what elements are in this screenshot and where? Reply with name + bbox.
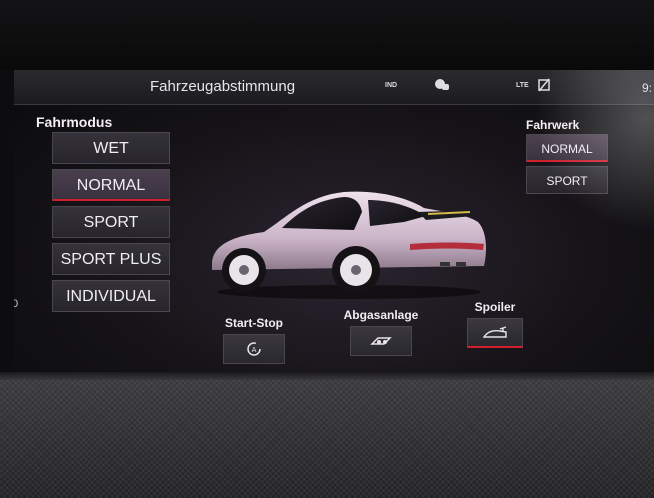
svg-text:A: A (252, 346, 257, 354)
drive-mode-individual-button[interactable]: INDIVIDUAL (52, 280, 170, 312)
dashboard-bezel (0, 0, 654, 70)
abgasanlage-button[interactable] (350, 326, 412, 356)
clock: 9: (641, 81, 652, 95)
suspension-normal-button[interactable]: NORMAL (526, 134, 608, 162)
suspension-sport-button[interactable]: SPORT (526, 166, 608, 194)
start-stop-button[interactable]: A (223, 334, 285, 364)
edge-text: 0 (14, 298, 19, 310)
status-bar: Fahrzeugabstimmung IND LTE 9: (14, 70, 654, 105)
page-title: Fahrzeugabstimmung (150, 78, 296, 95)
chat-icon[interactable] (434, 78, 450, 95)
lte-icon-label: LTE (516, 82, 529, 89)
drive-mode-list: WET NORMAL SPORT SPORT PLUS INDIVIDUAL (52, 132, 170, 317)
ind-icon-label: IND (385, 82, 398, 89)
start-stop-label: Start-Stop (225, 316, 283, 330)
spoiler-toggle[interactable]: Spoiler (460, 300, 530, 348)
car-illustration (212, 191, 486, 299)
dashboard-trim (0, 380, 654, 498)
spoiler-icon (482, 325, 507, 338)
start-stop-toggle[interactable]: Start-Stop A (212, 316, 296, 364)
exhaust-icon (370, 337, 392, 345)
drive-mode-sport-plus-button[interactable]: SPORT PLUS (52, 243, 170, 275)
lte-icon: LTE (516, 78, 529, 90)
drive-mode-wet-button[interactable]: WET (52, 132, 170, 164)
abgasanlage-toggle[interactable]: Abgasanlage (336, 308, 426, 356)
abgasanlage-label: Abgasanlage (343, 308, 419, 322)
fahrwerk-heading: Fahrwerk (526, 118, 580, 132)
no-signal-icon (538, 78, 550, 95)
drive-mode-normal-button[interactable]: NORMAL (52, 169, 170, 201)
auto-start-stop-icon: A (247, 342, 261, 356)
fahrmodus-heading: Fahrmodus (36, 114, 113, 130)
infotainment-screen: Fahrzeugabstimmung IND LTE 9: Fahrmodus … (14, 70, 654, 372)
spoiler-label: Spoiler (474, 300, 516, 314)
spoiler-button[interactable] (467, 318, 523, 348)
drive-mode-sport-button[interactable]: SPORT (52, 206, 170, 238)
suspension-mode-list: NORMAL SPORT (526, 134, 608, 198)
ind-icon[interactable]: IND (385, 78, 397, 90)
